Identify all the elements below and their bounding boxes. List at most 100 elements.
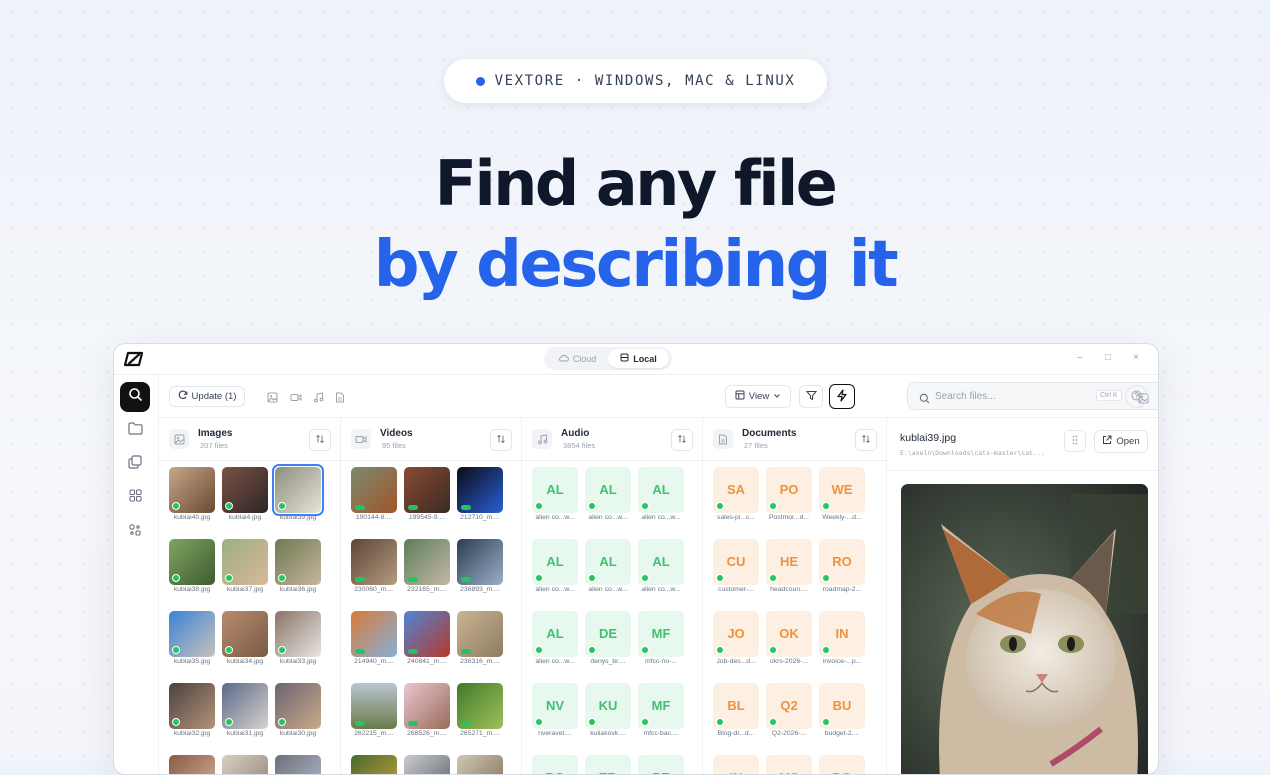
video-item[interactable]: 268526_m.... <box>404 683 450 739</box>
video-item[interactable]: 236893_m.... <box>457 539 503 595</box>
update-button[interactable]: Update (1) <box>169 386 245 407</box>
document-item[interactable]: JO Job-des...d... <box>713 611 759 667</box>
filter-icon <box>805 390 817 404</box>
image-item[interactable]: kublai36.jpg <box>275 539 321 595</box>
video-item[interactable]: 214940_m.... <box>351 611 397 667</box>
document-item[interactable]: CU customer-... <box>713 539 759 595</box>
rail-duplicates-button[interactable] <box>120 449 150 479</box>
preview-drag-handle[interactable] <box>1064 430 1086 452</box>
documents-column-header: Documents 27 files <box>703 418 886 461</box>
video-item[interactable] <box>457 755 503 774</box>
video-item[interactable]: 199545-9.... <box>404 467 450 523</box>
video-filter-icon[interactable] <box>290 390 302 408</box>
minimize-button[interactable]: – <box>1077 352 1083 363</box>
video-item[interactable]: 265271_m.... <box>457 683 503 739</box>
video-item[interactable] <box>404 755 450 774</box>
document-item[interactable]: BL Blog-dr...d... <box>713 683 759 739</box>
close-button[interactable]: × <box>1133 352 1139 363</box>
rail-folders-button[interactable] <box>120 416 150 446</box>
video-item[interactable]: 230060_m.... <box>351 539 397 595</box>
help-button[interactable] <box>1125 385 1148 408</box>
video-item[interactable]: 236316_m.... <box>457 611 503 667</box>
document-item[interactable]: BO <box>819 755 865 774</box>
maximize-button[interactable]: □ <box>1105 352 1111 363</box>
document-item[interactable]: HE headcoun.... <box>766 539 812 595</box>
document-item[interactable]: BU budget-2.... <box>819 683 865 739</box>
image-item[interactable]: kublai31.jpg <box>222 683 268 739</box>
image-item[interactable] <box>275 755 321 774</box>
audio-item[interactable]: BO <box>532 755 578 774</box>
filter-button[interactable] <box>799 385 823 408</box>
document-filename: budget-2.... <box>824 730 860 737</box>
indexed-status-indicator <box>588 574 596 582</box>
rail-search-button[interactable] <box>120 382 150 412</box>
indexed-status-indicator <box>278 646 286 654</box>
documents-sort-button[interactable] <box>855 429 877 451</box>
image-filter-icon[interactable] <box>267 390 278 408</box>
image-item[interactable]: kublai33.jpg <box>275 611 321 667</box>
audio-item[interactable]: DE denys_br.... <box>585 611 631 667</box>
view-dropdown[interactable]: View <box>725 385 791 408</box>
audio-item[interactable]: MF mfcc-no-... <box>638 611 684 667</box>
image-item[interactable]: kublai35.jpg <box>169 611 215 667</box>
video-item[interactable]: 190144-8.... <box>351 467 397 523</box>
indexed-status-indicator <box>172 646 180 654</box>
document-item[interactable]: IN invoice-...p... <box>819 611 865 667</box>
audio-item[interactable]: AL alien co...w... <box>585 539 631 595</box>
audio-item[interactable]: AL alien co...w... <box>638 539 684 595</box>
open-button[interactable]: Open <box>1094 430 1148 453</box>
document-item[interactable]: MS <box>766 755 812 774</box>
document-item[interactable]: RO roadmap-2... <box>819 539 865 595</box>
search-input[interactable]: Search files... Ctrl K <box>907 382 1158 410</box>
mode-cloud-button[interactable]: Cloud <box>547 349 608 368</box>
audio-item[interactable]: MF mfcc-bac.... <box>638 683 684 739</box>
image-item[interactable]: kublai38.jpg <box>169 539 215 595</box>
image-filename: kublai34.jpg <box>226 658 264 665</box>
audio-item[interactable]: AL alien co...w... <box>532 467 578 523</box>
video-filename: 262215_m.... <box>354 730 394 737</box>
document-item[interactable]: SA sales-pi...c... <box>713 467 759 523</box>
image-thumbnail <box>275 611 321 657</box>
mode-local-button[interactable]: Local <box>608 349 669 368</box>
image-item[interactable] <box>222 755 268 774</box>
image-item[interactable]: kublai37.jpg <box>222 539 268 595</box>
image-item[interactable]: kublai30.jpg <box>275 683 321 739</box>
video-filename: 236316_m.... <box>460 658 500 665</box>
video-item[interactable]: 212710_m.... <box>457 467 503 523</box>
video-item[interactable]: 240841_m.... <box>404 611 450 667</box>
audio-abbreviation: AL <box>652 554 670 569</box>
document-item[interactable]: OK okrs-2026-... <box>766 611 812 667</box>
rail-categories-button[interactable] <box>120 483 150 513</box>
image-item[interactable]: kublai32.jpg <box>169 683 215 739</box>
videos-sort-button[interactable] <box>490 429 512 451</box>
document-filename: customer-... <box>718 586 754 593</box>
images-sort-button[interactable] <box>309 429 331 451</box>
document-item[interactable]: PO Postmor...d... <box>766 467 812 523</box>
document-item[interactable]: WE Weekly-...d... <box>819 467 865 523</box>
audio-item[interactable]: AL alien co...w... <box>638 467 684 523</box>
document-item[interactable]: IN <box>713 755 759 774</box>
audio-item[interactable]: NV nveravet.... <box>532 683 578 739</box>
image-item[interactable]: kublai34.jpg <box>222 611 268 667</box>
image-item[interactable] <box>169 755 215 774</box>
audio-item[interactable]: TR <box>585 755 631 774</box>
document-item[interactable]: Q2 Q2-2026-... <box>766 683 812 739</box>
audio-filter-icon[interactable] <box>313 390 324 408</box>
audio-sort-button[interactable] <box>671 429 693 451</box>
image-item[interactable]: kublai39.jpg <box>272 464 324 523</box>
rail-shapes-button[interactable] <box>120 517 150 547</box>
image-item[interactable]: kublai4.jpg <box>222 467 268 523</box>
image-item[interactable]: kublai40.jpg <box>169 467 215 523</box>
audio-item[interactable]: KU kuliakovk.... <box>585 683 631 739</box>
audio-item[interactable]: AL alien co...w... <box>532 611 578 667</box>
audio-item[interactable]: AL alien co...w... <box>585 467 631 523</box>
audio-item[interactable]: PE <box>638 755 684 774</box>
document-filter-icon[interactable] <box>335 390 345 408</box>
video-item[interactable]: 232165_m.... <box>404 539 450 595</box>
audio-item[interactable]: AL alien co...w... <box>532 539 578 595</box>
video-item[interactable] <box>351 755 397 774</box>
quick-search-button[interactable] <box>829 384 855 409</box>
video-item[interactable]: 262215_m.... <box>351 683 397 739</box>
videos-column-header: Videos 95 files <box>341 418 521 461</box>
sort-icon <box>861 431 871 449</box>
